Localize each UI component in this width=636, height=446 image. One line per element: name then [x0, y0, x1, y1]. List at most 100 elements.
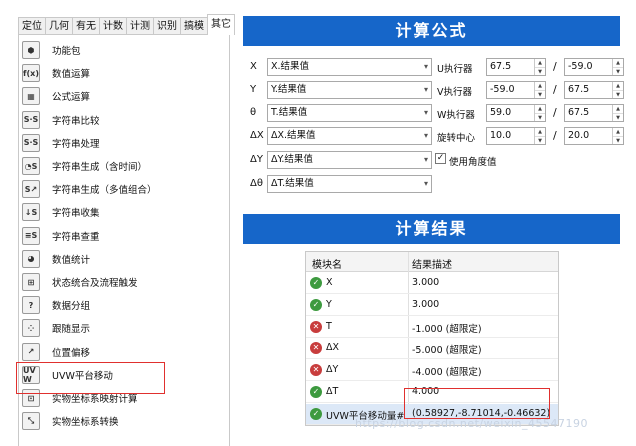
tool-item[interactable]: ↓S 字符串收集 [22, 202, 100, 222]
tool-tabbar: 定位 几何 有无 计数 计测 识别 搞模 其它 [18, 14, 235, 35]
spin-value: 59.0 [490, 107, 512, 118]
spin-buttons[interactable]: ▲ ▼ [612, 105, 623, 121]
string-dedupe-icon: ≡S [22, 226, 40, 245]
separator-slash: / [553, 83, 557, 96]
value-spinbox-b[interactable]: 20.0 ▲ ▼ [564, 127, 624, 145]
tool-item[interactable]: S↗ 字符串生成（多值组合） [22, 179, 157, 199]
tool-label: 功能包 [52, 46, 81, 57]
chevron-down-icon: ▾ [423, 131, 428, 140]
spin-buttons[interactable]: ▲ ▼ [534, 59, 545, 75]
result-desc: -5.000 (超限定) [412, 345, 482, 357]
coord-transform-icon: ⤡ [22, 412, 40, 431]
spin-value: 67.5 [568, 107, 590, 118]
result-desc: -1.000 (超限定) [412, 323, 482, 335]
check-icon: ✓ [310, 386, 322, 398]
use-angle-label: 使用角度值 [449, 157, 497, 168]
tool-label: 跟随显示 [52, 324, 91, 336]
table-row[interactable]: ✕ T -1.000 (超限定) [306, 317, 558, 338]
tab-count[interactable]: 计数 [99, 17, 127, 35]
spin-buttons[interactable]: ▲ ▼ [612, 59, 623, 75]
spin-value: 67.5 [568, 84, 590, 95]
source-combo[interactable]: Y.结果值 ▾ [267, 81, 432, 99]
formula-row: ΔY ΔY.结果值 ▾ ✓ 使用角度值 [250, 151, 620, 169]
module-name: ΔT [326, 386, 339, 397]
tool-item[interactable]: ⤡ 实物坐标系转换 [22, 411, 119, 431]
tool-label: 字符串比较 [52, 115, 100, 127]
spin-value: -59.0 [490, 84, 515, 95]
tool-item[interactable]: ≡S 字符串查重 [22, 226, 100, 246]
spin-buttons[interactable]: ▲ ▼ [534, 128, 545, 144]
results-table-header: 模块名 结果描述 [306, 252, 558, 272]
tool-label: 字符串生成（含时间） [52, 162, 148, 173]
tab-measure[interactable]: 计测 [126, 17, 154, 35]
source-combo[interactable]: X.结果值 ▾ [267, 58, 432, 76]
use-angle-checkbox[interactable]: ✓ [435, 153, 446, 164]
spin-buttons[interactable]: ▲ ▼ [534, 105, 545, 121]
tool-item[interactable]: ⁘ 跟随显示 [22, 318, 90, 338]
tab-geometry[interactable]: 几何 [45, 17, 73, 35]
table-row[interactable]: ✓ X 3.000 [306, 273, 558, 294]
tab-locate[interactable]: 定位 [18, 17, 46, 35]
spin-buttons[interactable]: ▲ ▼ [534, 82, 545, 98]
value-spinbox-b[interactable]: -59.0 ▲ ▼ [564, 58, 624, 76]
separator-slash: / [553, 106, 557, 119]
combo-value: X.结果值 [271, 61, 310, 72]
table-row[interactable]: ✓ Y 3.000 [306, 295, 558, 316]
tool-item[interactable]: ↗ 位置偏移 [22, 342, 90, 362]
formula-row: Y Y.结果值 ▾ V执行器 -59.0 ▲ ▼ / 67.5 ▲ ▼ [250, 81, 624, 99]
spin-buttons[interactable]: ▲ ▼ [612, 82, 623, 98]
value-spinbox-b[interactable]: 67.5 ▲ ▼ [564, 81, 624, 99]
tool-item[interactable]: ⬢ 功能包 [22, 40, 81, 60]
tool-item[interactable]: f(x) 数值运算 [22, 63, 90, 83]
value-spinbox-a[interactable]: 59.0 ▲ ▼ [486, 104, 546, 122]
tab-recognize[interactable]: 识别 [153, 17, 181, 35]
tool-item[interactable]: ? 数据分组 [22, 295, 90, 315]
result-desc: -4.000 (超限定) [412, 367, 482, 379]
watermark: https://blog.csdn.net/weixin_45547190 [355, 417, 589, 430]
formula-row: ΔX ΔX.结果值 ▾ 旋转中心 10.0 ▲ ▼ / 20.0 ▲ ▼ [250, 127, 624, 145]
string-process-icon: S·S [22, 133, 40, 152]
source-combo[interactable]: ΔX.结果值 ▾ [267, 127, 432, 145]
result-desc: 3.000 [412, 277, 440, 288]
actuator-label: W执行器 [437, 110, 475, 121]
chevron-down-icon: ▾ [423, 62, 428, 71]
axis-label: Δθ [250, 178, 263, 189]
error-icon: ✕ [310, 320, 322, 333]
tool-item[interactable]: S·S 字符串比较 [22, 110, 100, 130]
tab-other[interactable]: 其它 [207, 14, 235, 35]
source-combo[interactable]: T.结果值 ▾ [267, 104, 432, 122]
statistics-icon: ◕ [22, 249, 40, 268]
table-row[interactable]: ✕ ΔX -5.000 (超限定) [306, 338, 558, 360]
combo-value: Y.结果值 [271, 84, 307, 95]
tool-item[interactable]: S·S 字符串处理 [22, 133, 100, 153]
value-spinbox-a[interactable]: 10.0 ▲ ▼ [486, 127, 546, 145]
spin-value: 20.0 [568, 130, 590, 141]
source-combo[interactable]: ΔY.结果值 ▾ [267, 151, 432, 169]
tab-presence[interactable]: 有无 [72, 17, 100, 35]
combo-value: ΔT.结果值 [271, 178, 314, 189]
table-row[interactable]: ✕ ΔY -4.000 (超限定) [306, 360, 558, 382]
value-spinbox-b[interactable]: 67.5 ▲ ▼ [564, 104, 624, 122]
string-collect-icon: ↓S [22, 203, 40, 222]
value-spinbox-a[interactable]: -59.0 ▲ ▼ [486, 81, 546, 99]
spin-buttons[interactable]: ▲ ▼ [612, 128, 623, 144]
formula-row: Δθ ΔT.结果值 ▾ [250, 175, 620, 193]
check-icon: ✓ [310, 277, 322, 289]
tool-item[interactable]: ◕ 数值统计 [22, 249, 90, 269]
combo-value: ΔX.结果值 [271, 130, 316, 141]
tool-panel: 定位 几何 有无 计数 计测 识别 搞模 其它 ⬢ 功能包 f(x) 数值运算 ▦ 公式运… [0, 0, 235, 446]
tool-item[interactable]: ◔S 字符串生成（含时间） [22, 156, 147, 176]
tab-model[interactable]: 搞模 [180, 17, 208, 35]
module-name: T [326, 320, 332, 332]
value-spinbox-a[interactable]: 67.5 ▲ ▼ [486, 58, 546, 76]
tool-label: 数值运算 [52, 69, 91, 81]
string-combine-icon: S↗ [22, 180, 40, 199]
tool-item[interactable]: ▦ 公式运算 [22, 86, 90, 106]
error-icon: ✕ [310, 364, 322, 377]
formula-title: 计算公式 [243, 16, 620, 46]
tool-label: 字符串收集 [52, 208, 100, 220]
calculator-icon: ▦ [22, 87, 40, 106]
source-combo[interactable]: ΔT.结果值 ▾ [267, 175, 432, 193]
tool-item[interactable]: ⊞ 状态统合及流程触发 [22, 272, 138, 292]
combo-value: T.结果值 [271, 107, 308, 118]
